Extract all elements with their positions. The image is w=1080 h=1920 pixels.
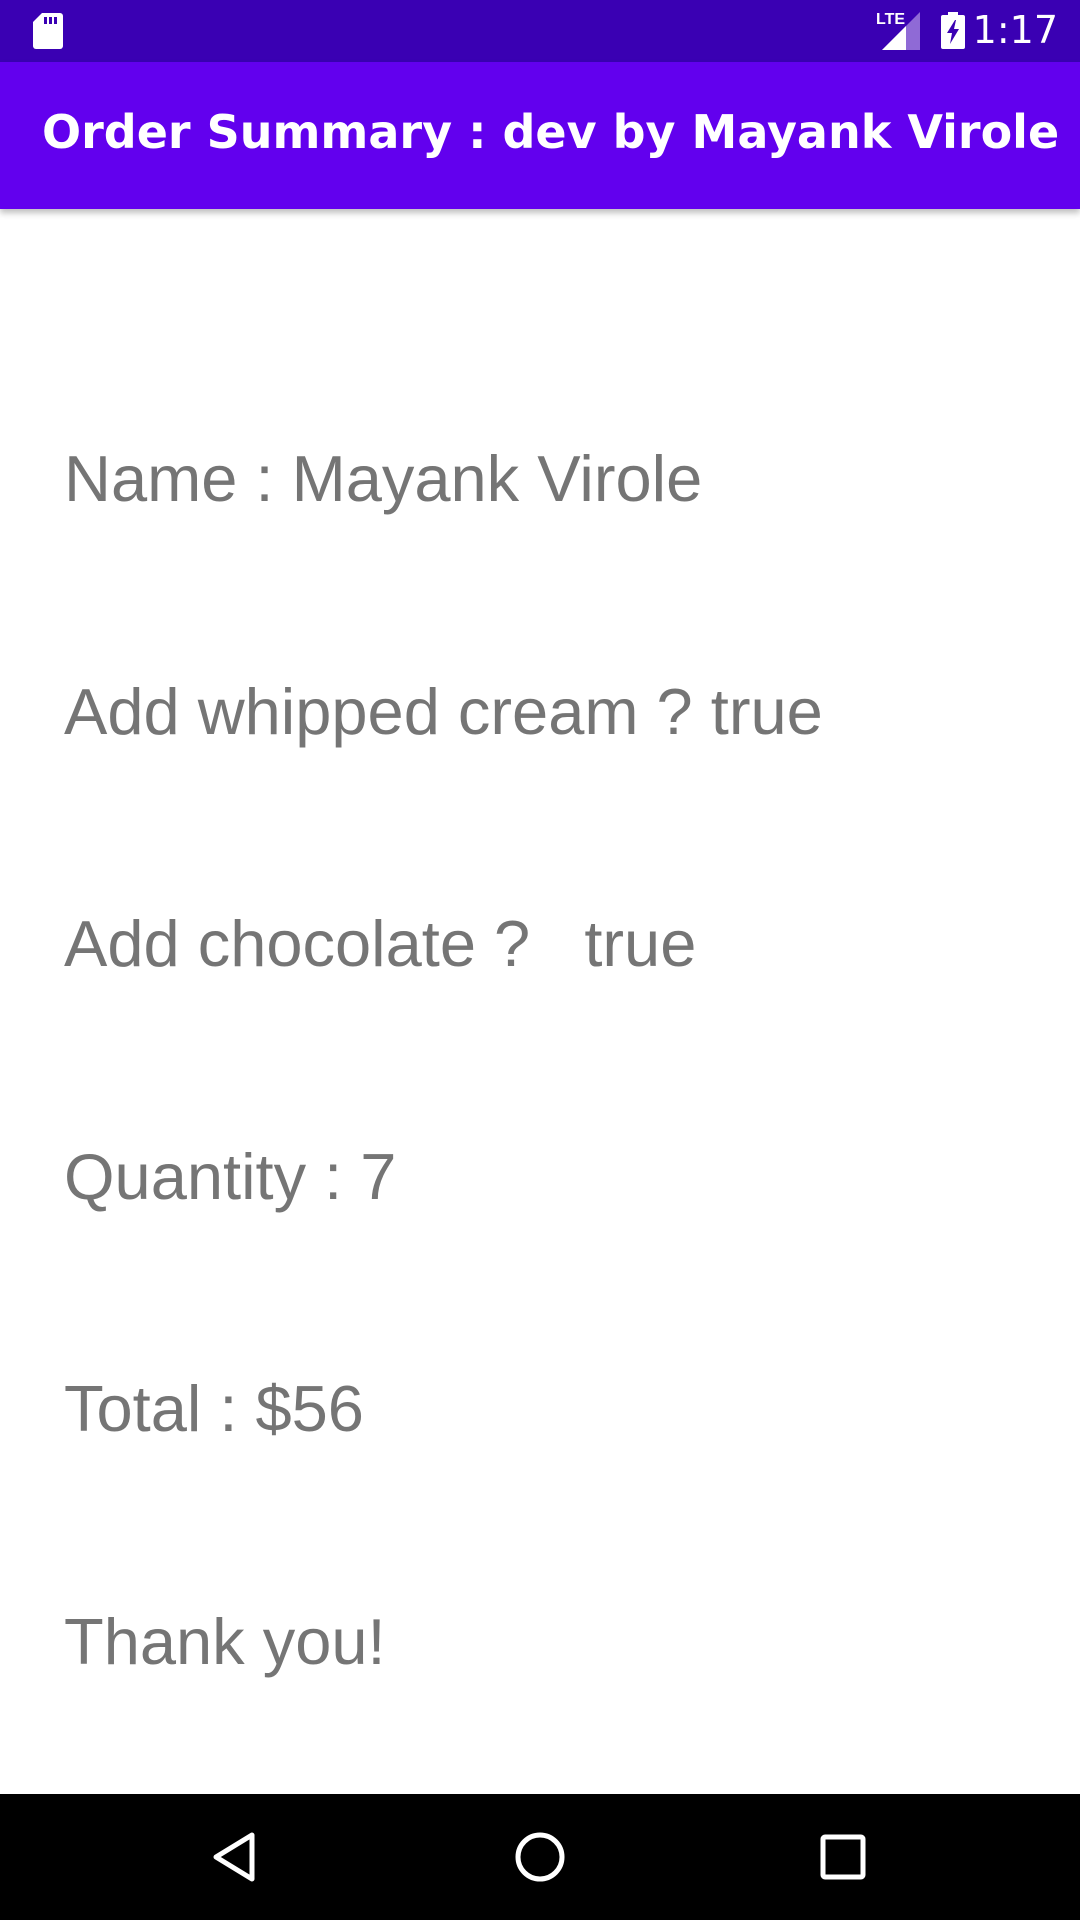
content-area: Name : Mayank Virole Add whipped cream ?…	[0, 209, 1080, 1794]
home-icon[interactable]	[510, 1827, 570, 1887]
recents-icon[interactable]	[813, 1827, 873, 1887]
summary-total-line: Total : $56	[64, 1372, 364, 1445]
app-bar: Order Summary : dev by Mayank Virole	[0, 62, 1080, 209]
summary-thank-you-line: Thank you!	[64, 1604, 386, 1678]
network-type-label: LTE	[876, 11, 906, 28]
navigation-bar	[0, 1794, 1080, 1920]
summary-quantity-line: Quantity : 7	[64, 1139, 397, 1213]
screen: LTE 1:17 Order Summary : dev by Mayank V…	[0, 0, 1080, 1920]
app-bar-title: Order Summary : dev by Mayank Virole	[42, 105, 1060, 159]
summary-whipped-cream-line: Add whipped cream ? true	[64, 674, 823, 748]
order-summary-text: Name : Mayank Virole Add whipped cream ?…	[64, 285, 823, 1835]
battery-charging-icon	[941, 12, 965, 49]
status-clock: 1:17	[972, 8, 1058, 52]
back-icon[interactable]	[206, 1827, 266, 1887]
status-bar: LTE 1:17	[0, 0, 1080, 62]
sd-card-icon	[33, 13, 63, 49]
summary-name-line: Name : Mayank Virole	[64, 442, 703, 515]
summary-chocolate-line: Add chocolate ? true	[64, 907, 697, 980]
